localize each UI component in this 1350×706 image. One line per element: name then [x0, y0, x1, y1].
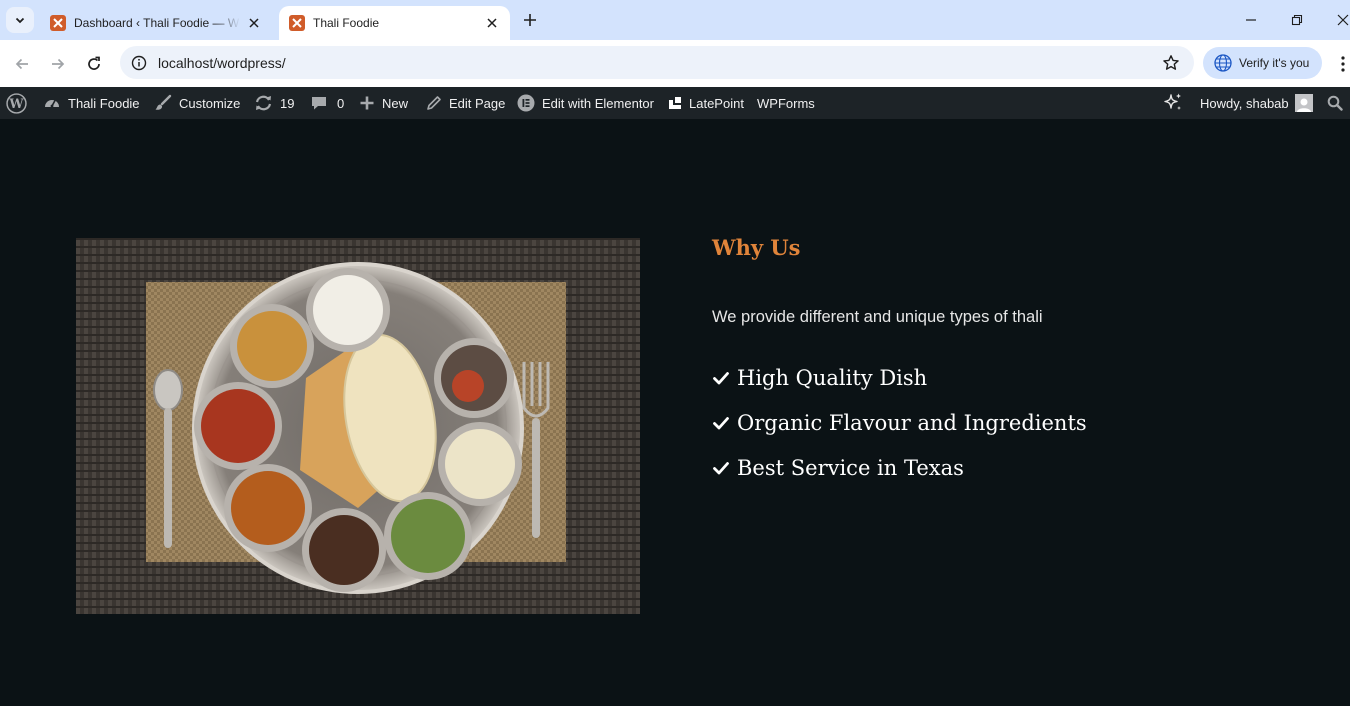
updates-refresh-icon	[255, 95, 272, 111]
close-icon	[1337, 14, 1349, 26]
feature-item: High Quality Dish	[712, 355, 1087, 400]
reload-icon	[88, 56, 100, 70]
browser-toolbar: localhost/wordpress/ Verify it's you	[0, 40, 1350, 87]
comment-bubble-icon	[312, 97, 326, 110]
svg-text:W: W	[8, 96, 24, 111]
feature-item: Best Service in Texas	[712, 445, 1087, 490]
checkmark-icon	[713, 461, 729, 474]
feature-text: Best Service in Texas	[737, 455, 964, 480]
feature-list: High Quality Dish Organic Flavour and In…	[712, 355, 1087, 490]
site-name-label: Thali Foodie	[68, 95, 140, 111]
arrow-right-icon	[52, 58, 65, 70]
verify-label: Verify it's you	[1239, 56, 1310, 70]
wordpress-logo-icon: W	[6, 92, 27, 114]
globe-icon	[1214, 54, 1232, 72]
browser-menu-button[interactable]	[1335, 54, 1350, 74]
feature-text: High Quality Dish	[737, 365, 928, 390]
customize-link[interactable]: Customize	[154, 87, 240, 119]
new-label: New	[382, 95, 409, 111]
reload-button[interactable]	[81, 51, 107, 77]
section-heading: Why Us	[712, 235, 801, 260]
checkmark-icon	[713, 416, 729, 429]
plus-icon	[360, 96, 374, 110]
latepoint-logo-icon	[669, 97, 681, 109]
elementor-logo-icon	[517, 94, 535, 112]
latepoint-menu[interactable]: LatePoint	[668, 87, 744, 119]
edit-page-label: Edit Page	[449, 95, 506, 111]
user-silhouette-icon	[1296, 98, 1311, 112]
plus-icon	[524, 14, 536, 26]
site-name-menu[interactable]: Thali Foodie	[43, 87, 140, 119]
edit-with-elementor-link[interactable]: Edit with Elementor	[517, 87, 654, 119]
pencil-icon	[427, 96, 441, 110]
comments-link[interactable]: 0	[311, 87, 344, 119]
xampp-favicon-icon	[50, 15, 66, 31]
minimize-icon	[1246, 19, 1256, 21]
close-window-button[interactable]	[1331, 8, 1350, 32]
wpforms-menu[interactable]: WPForms	[757, 87, 815, 119]
feature-text: Organic Flavour and Ingredients	[737, 410, 1087, 435]
tab-dashboard[interactable]: Dashboard ‹ Thali Foodie — WordPress	[40, 6, 272, 40]
address-bar[interactable]: localhost/wordpress/	[120, 46, 1194, 79]
minimize-button[interactable]	[1239, 8, 1263, 32]
search-icon	[1327, 95, 1343, 111]
wpforms-label: WPForms	[757, 95, 815, 111]
updates-link[interactable]: 19	[254, 87, 294, 119]
new-content-menu[interactable]: New	[359, 87, 408, 119]
new-tab-button[interactable]	[519, 9, 541, 31]
info-icon[interactable]	[130, 54, 148, 72]
more-vert-icon	[1341, 56, 1345, 72]
forward-button[interactable]	[45, 51, 71, 77]
dashboard-gauge-icon	[45, 100, 59, 108]
edit-elementor-label: Edit with Elementor	[542, 95, 654, 111]
wp-admin-bar: W Thali Foodie Customize 19 0 New Edit P…	[0, 87, 1350, 119]
updates-count: 19	[280, 95, 295, 111]
latepoint-label: LatePoint	[689, 95, 744, 111]
checkmark-icon	[713, 371, 729, 384]
comments-count: 0	[337, 95, 345, 111]
back-button[interactable]	[9, 51, 35, 77]
wordpress-logo-menu[interactable]: W	[6, 87, 27, 119]
my-account-menu[interactable]: Howdy, shabab	[1200, 87, 1313, 119]
avatar	[1294, 94, 1313, 112]
url-text[interactable]: localhost/wordpress/	[158, 55, 286, 71]
why-us-section: Why Us We provide different and unique t…	[0, 119, 1350, 706]
paintbrush-icon	[155, 94, 172, 110]
howdy-label: Howdy, shabab	[1200, 95, 1289, 111]
ai-assistant-button[interactable]	[1162, 87, 1184, 119]
thali-platter-image	[76, 238, 640, 614]
close-icon[interactable]	[484, 15, 500, 31]
xampp-favicon-icon	[289, 15, 305, 31]
sparkle-icon	[1164, 93, 1181, 110]
arrow-left-icon	[15, 58, 28, 70]
section-description: We provide different and unique types of…	[712, 308, 1043, 326]
restore-icon	[1291, 14, 1303, 26]
tab-title: Thali Foodie	[313, 16, 380, 30]
close-icon[interactable]	[246, 15, 262, 31]
verify-identity-button[interactable]: Verify it's you	[1203, 47, 1322, 79]
star-icon[interactable]	[1162, 54, 1180, 72]
feature-item: Organic Flavour and Ingredients	[712, 400, 1087, 445]
browser-tab-strip: Dashboard ‹ Thali Foodie — WordPress Tha…	[0, 0, 1350, 40]
customize-label: Customize	[179, 95, 241, 111]
edit-page-link[interactable]: Edit Page	[426, 87, 505, 119]
chevron-down-icon	[15, 17, 25, 24]
restore-button[interactable]	[1285, 8, 1309, 32]
tab-thali-foodie[interactable]: Thali Foodie	[279, 6, 510, 40]
tab-search-button[interactable]	[6, 7, 34, 33]
admin-bar-search[interactable]	[1327, 87, 1343, 119]
tab-title: Dashboard ‹ Thali Foodie — WordPress	[74, 16, 240, 30]
